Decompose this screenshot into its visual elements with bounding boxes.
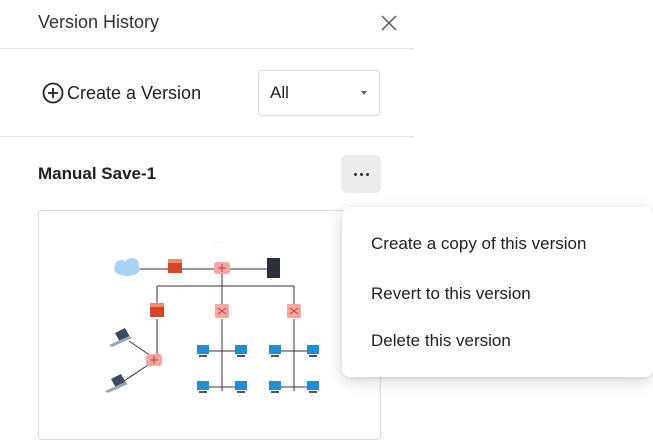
switch-icon bbox=[215, 304, 229, 318]
version-toolbar: Create a Version All bbox=[0, 49, 415, 137]
version-title: Manual Save-1 bbox=[38, 164, 157, 183]
caret-down-icon bbox=[361, 91, 367, 95]
menu-item-delete[interactable]: Delete this version bbox=[371, 331, 511, 351]
cloud-icon bbox=[114, 258, 140, 276]
create-version-button[interactable]: Create a Version bbox=[42, 80, 201, 106]
network-diagram-thumbnail: · · · · bbox=[105, 240, 319, 393]
dot bbox=[365, 172, 369, 176]
plus-circle-icon bbox=[42, 82, 64, 104]
server-icon bbox=[267, 258, 280, 278]
switch-icon bbox=[287, 304, 301, 318]
version-thumbnail[interactable]: · · · · bbox=[38, 210, 381, 440]
svg-text:· · · ·: · · · · bbox=[214, 240, 223, 245]
dot bbox=[359, 172, 363, 176]
laptop-icon bbox=[105, 374, 128, 393]
firewall-icon bbox=[168, 259, 182, 273]
router-icon bbox=[214, 262, 230, 274]
version-context-menu: Create a copy of this version Revert to … bbox=[342, 207, 653, 377]
version-filter-value: All bbox=[270, 83, 289, 102]
close-icon[interactable] bbox=[376, 10, 402, 36]
panel-header: Version History bbox=[0, 0, 415, 49]
version-filter-select[interactable]: All bbox=[258, 70, 380, 116]
more-options-button[interactable] bbox=[341, 155, 381, 193]
menu-item-revert[interactable]: Revert to this version bbox=[371, 284, 531, 304]
dot bbox=[353, 172, 357, 176]
firewall-icon bbox=[150, 303, 164, 317]
router-icon bbox=[146, 354, 162, 366]
panel-title: Version History bbox=[38, 12, 160, 32]
menu-item-create-copy[interactable]: Create a copy of this version bbox=[371, 234, 586, 254]
laptop-icon bbox=[109, 328, 132, 347]
monitor-icons bbox=[197, 345, 319, 390]
create-version-label: Create a Version bbox=[67, 82, 202, 103]
